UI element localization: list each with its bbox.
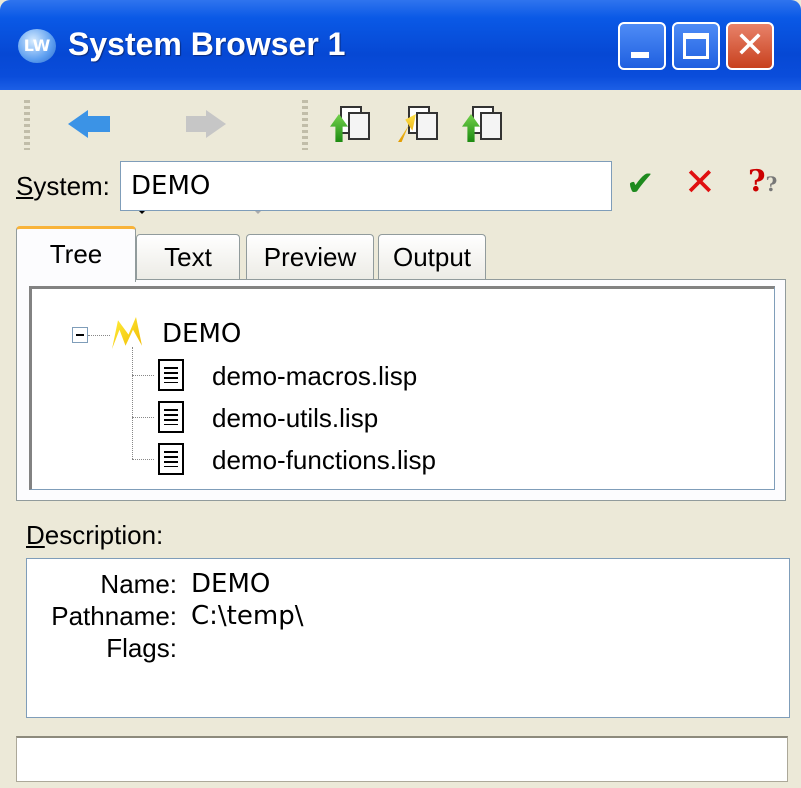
system-label: System: xyxy=(16,171,110,202)
system-tree[interactable]: DEMO demo-macros.lisp demo-utils.lisp de… xyxy=(29,286,775,490)
description-key: Name: xyxy=(100,569,177,599)
tree-connector xyxy=(132,347,133,459)
cancel-x-icon[interactable]: ✕ xyxy=(684,160,716,204)
minimize-button[interactable] xyxy=(618,22,666,70)
lisp-file-icon xyxy=(158,443,184,475)
description-value: C:\temp\ xyxy=(191,601,304,631)
description-value: DEMO xyxy=(191,569,271,599)
tree-root-label[interactable]: DEMO xyxy=(162,319,241,349)
system-files-icon[interactable] xyxy=(462,104,502,144)
document-icon xyxy=(416,112,438,140)
system-label-accelerator: S xyxy=(16,171,34,201)
tree-connector xyxy=(88,335,110,336)
tab-tree[interactable]: Tree xyxy=(16,226,136,282)
tree-connector xyxy=(132,417,154,418)
tab-text[interactable]: Text xyxy=(136,234,240,280)
maximize-button[interactable] xyxy=(672,22,720,70)
tab-output[interactable]: Output xyxy=(378,234,486,280)
tree-file-item[interactable]: demo-utils.lisp xyxy=(212,403,378,434)
title-bar[interactable]: LW System Browser 1 ✕ xyxy=(0,0,801,90)
description-key: Flags: xyxy=(106,633,177,663)
tab-preview[interactable]: Preview xyxy=(246,234,374,280)
tree-connector xyxy=(132,459,154,460)
system-lightning-icon xyxy=(112,317,142,349)
document-icon xyxy=(348,112,370,140)
toolbar-grip-2[interactable] xyxy=(302,100,308,150)
system-input[interactable] xyxy=(120,161,612,211)
tree-tab-panel: DEMO demo-macros.lisp demo-utils.lisp de… xyxy=(16,279,786,501)
description-pane[interactable]: Name: DEMO Pathname: C:\temp\ Flags: xyxy=(26,558,790,718)
system-browser-window: LW System Browser 1 ✕ System: ✔ ✕ ?? xyxy=(0,0,801,788)
help-icon[interactable]: ?? xyxy=(748,164,777,199)
close-icon: ✕ xyxy=(734,25,766,66)
tree-connector xyxy=(132,375,154,376)
status-bar xyxy=(16,736,788,782)
description-label-text: escription: xyxy=(44,520,164,550)
forward-arrow-icon[interactable] xyxy=(186,104,230,144)
description-label: Description: xyxy=(26,520,163,551)
system-label-text: ystem: xyxy=(33,171,110,201)
lisp-file-icon xyxy=(158,359,184,391)
system-load-icon[interactable] xyxy=(330,104,370,144)
description-key: Pathname: xyxy=(51,601,177,631)
lisp-file-icon xyxy=(158,401,184,433)
toolbar xyxy=(0,90,801,214)
tree-file-item[interactable]: demo-macros.lisp xyxy=(212,361,417,392)
tree-file-item[interactable]: demo-functions.lisp xyxy=(212,445,436,476)
minimize-icon xyxy=(631,52,649,58)
system-compile-icon[interactable] xyxy=(398,104,438,144)
maximize-icon xyxy=(683,33,709,59)
collapse-toggle-icon[interactable] xyxy=(72,327,88,343)
toolbar-grip[interactable] xyxy=(24,100,30,150)
window-title: System Browser 1 xyxy=(68,26,346,62)
ok-checkmark-icon[interactable]: ✔ xyxy=(626,164,655,204)
close-button[interactable]: ✕ xyxy=(726,22,774,70)
document-icon xyxy=(480,112,502,140)
lispworks-app-icon[interactable]: LW xyxy=(18,29,56,63)
back-arrow-icon[interactable] xyxy=(68,104,112,144)
help-glyph: ? xyxy=(748,164,766,199)
help-glyph-shadow: ? xyxy=(765,172,778,196)
description-label-accelerator: D xyxy=(26,520,45,550)
